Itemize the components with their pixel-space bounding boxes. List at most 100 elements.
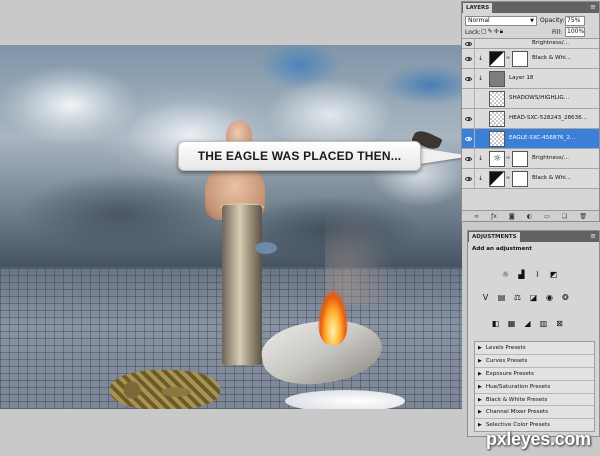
threshold-icon[interactable]: ◢ [521,317,534,329]
expand-arrow-icon: ▶ [478,370,482,377]
visibility-toggle[interactable] [462,149,475,168]
tab-layers[interactable]: LAYERS [463,3,493,13]
layer-row[interactable]: HEAD-SXC-528243_28636... [462,109,599,129]
brightness-icon: ☼ [489,151,505,167]
visibility-toggle[interactable] [462,39,475,48]
layer-row[interactable]: ↓ ☼ ∞ Brightness/... [462,149,599,169]
preset-label: Exposure Presets [485,370,534,377]
layer-row[interactable]: ↓ Layer 18 [462,69,599,89]
lock-transparency-icon[interactable]: ▢ [481,28,488,35]
layer-mask-thumbnail[interactable] [512,51,528,67]
exposure-icon[interactable]: ◩ [547,268,560,280]
adjustment-icons-row-3: ◧ ▦ ◢ ▥ ⊠ [489,317,566,329]
layer-row[interactable]: ↓ ∞ Black & Whi... [462,169,599,189]
tab-adjustments[interactable]: ADJUSTMENTS [469,232,520,242]
panel-menu-icon[interactable]: ≡ [590,3,596,12]
visibility-toggle[interactable] [462,169,475,188]
layers-panel: LAYERS ≡ Normal ▼ Opacity: 75% Lock: ▢✎✢… [461,1,600,222]
adjustment-icons-row-2: V ▤ ⚖ ◪ ◉ ❂ [479,291,572,303]
layer-name: EAGLE-SXC-456876_2... [509,135,576,141]
clipping-arrow-icon: ↓ [478,55,484,62]
link-layers-icon[interactable]: ∞ [474,213,479,220]
presets-list[interactable]: ▶ Levels Presets ▶ Curves Presets ▶ Exposur… [474,341,595,432]
preset-item[interactable]: ▶ Hue/Saturation Presets [475,381,594,394]
black-white-adjust-icon[interactable]: ◪ [527,291,540,303]
adjustment-icons-row-1: ☼ ▟ ⌇ ◩ [499,268,560,280]
layer-thumbnail[interactable] [489,71,505,87]
new-group-icon[interactable]: ▭ [544,213,550,220]
visibility-toggle[interactable] [462,69,475,88]
layer-row-selected[interactable]: EAGLE-SXC-456876_2... [462,129,599,149]
eye-icon [464,176,472,181]
preset-item[interactable]: ▶ Levels Presets [475,342,594,355]
layer-thumbnail[interactable] [489,91,505,107]
preset-label: Levels Presets [485,344,526,351]
channel-mixer-icon[interactable]: ❂ [559,291,572,303]
preset-item[interactable]: ▶ Curves Presets [475,355,594,368]
lock-all-icon[interactable]: 🔒︎ [500,28,504,35]
layer-mask-thumbnail[interactable] [512,151,528,167]
layer-row[interactable]: SHADOWS/HIGHLIG... [462,89,599,109]
selective-color-icon[interactable]: ⊠ [553,317,566,329]
vibrance-icon[interactable]: V [479,291,492,303]
levels-icon[interactable]: ▟ [515,268,528,280]
fill-field[interactable]: 100% [565,27,585,37]
trash-icon[interactable]: 🗑︎ [579,213,587,220]
perched-eagle [255,242,277,254]
callout-text: THE EAGLE WAS PLACED THEN... [197,149,402,163]
layer-name: SHADOWS/HIGHLIG... [509,95,570,101]
new-layer-icon[interactable]: ❏ [562,213,567,220]
visibility-toggle[interactable] [462,89,475,108]
layer-thumbnail[interactable] [489,131,505,147]
eye-icon [464,41,472,46]
watermark: pxleyes.com [486,429,591,449]
opacity-label: Opacity: [540,17,565,24]
layers-list[interactable]: Brightness/... ↓ ∞ Black & Whi... ↓ Laye… [462,39,599,209]
layers-controls: Normal ▼ Opacity: 75% Lock: ▢✎✢🔒︎ Fill: … [462,13,599,39]
blend-mode-value: Normal [468,17,490,24]
black-white-icon [489,51,505,67]
layer-style-icon[interactable]: ƒx [491,213,497,220]
photo-filter-icon[interactable]: ◉ [543,291,556,303]
opacity-field[interactable]: 75% [565,16,585,26]
add-mask-icon[interactable]: ◙ [509,213,515,220]
stone-pillar [222,205,262,365]
layer-thumbnail[interactable] [489,111,505,127]
document-canvas[interactable] [0,45,462,409]
swan [285,390,405,409]
visibility-toggle[interactable] [462,129,475,148]
color-balance-icon[interactable]: ⚖ [511,291,524,303]
new-adjustment-icon[interactable]: ◐ [527,213,532,220]
expand-arrow-icon: ▶ [478,357,482,364]
preset-label: Selective Color Presets [485,422,550,429]
adjustments-tabbar: ADJUSTMENTS ≡ [468,231,599,242]
lock-buttons[interactable]: ▢✎✢🔒︎ [481,28,504,36]
panel-menu-icon[interactable]: ≡ [590,232,596,241]
adjustments-panel: ADJUSTMENTS ≡ Add an adjustment ☼ ▟ ⌇ ◩ … [467,230,600,437]
expand-arrow-icon: ▶ [478,422,482,429]
hue-saturation-icon[interactable]: ▤ [495,291,508,303]
visibility-toggle[interactable] [462,49,475,68]
tutorial-callout: THE EAGLE WAS PLACED THEN... [178,141,421,171]
brightness-contrast-icon[interactable]: ☼ [499,268,512,280]
layers-footer: ∞ ƒx ◙ ◐ ▭ ❏ 🗑︎ [462,210,599,221]
layer-mask-thumbnail[interactable] [512,171,528,187]
gradient-map-icon[interactable]: ▥ [537,317,550,329]
layer-row[interactable]: ↓ ∞ Black & Whi... [462,49,599,69]
blend-mode-select[interactable]: Normal ▼ [465,16,537,26]
preset-item[interactable]: ▶ Channel Mixer Presets [475,406,594,420]
curves-icon[interactable]: ⌇ [531,268,544,280]
preset-label: Channel Mixer Presets [485,409,548,416]
layer-row[interactable]: Brightness/... [462,39,599,49]
layer-name: Layer 18 [509,75,534,81]
fill-label: Fill: [552,29,563,36]
preset-item[interactable]: ▶ Black & White Presets [475,394,594,407]
posterize-icon[interactable]: ▦ [505,317,518,329]
layer-name: Brightness/... [532,40,570,46]
preset-label: Black & White Presets [485,396,548,403]
expand-arrow-icon: ▶ [478,409,482,416]
preset-item[interactable]: ▶ Exposure Presets [475,368,594,381]
invert-icon[interactable]: ◧ [489,317,502,329]
fire [318,290,348,345]
visibility-toggle[interactable] [462,109,475,128]
